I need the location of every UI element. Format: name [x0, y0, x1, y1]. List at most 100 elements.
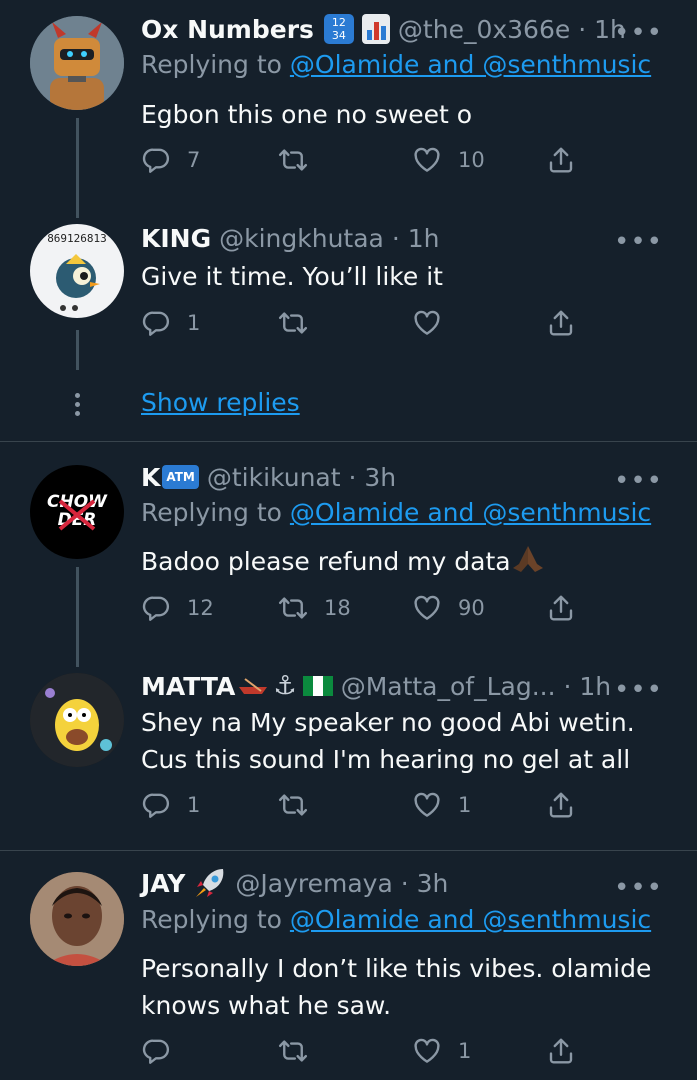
handle-timestamp[interactable]: @tikikunat · 3h [207, 463, 396, 492]
tweet-actions: 1 1 [141, 790, 591, 824]
heart-icon [412, 1036, 442, 1066]
share-button[interactable] [546, 790, 576, 820]
more-icon[interactable]: ••• [614, 875, 663, 901]
tweet-header: K ATM @tikikunat · 3h [141, 460, 396, 494]
replying-to: Replying to @Olamide and @senthmusic [141, 50, 651, 79]
reply-icon [141, 790, 171, 820]
share-button[interactable] [546, 145, 576, 175]
more-icon[interactable]: ••• [614, 229, 663, 255]
thread-line [76, 330, 79, 370]
reply-icon [141, 593, 171, 623]
canoe-emoji [239, 678, 268, 694]
avatar-jay[interactable] [30, 872, 124, 966]
more-icon[interactable]: ••• [614, 677, 663, 703]
avatar-ox-numbers[interactable] [30, 16, 124, 110]
reply-button[interactable]: 1 [141, 790, 200, 820]
replying-to: Replying to @Olamide and @senthmusic [141, 498, 651, 527]
like-count: 10 [458, 148, 485, 172]
display-name[interactable]: Ox Numbers [141, 15, 314, 44]
more-icon[interactable]: ••• [614, 468, 663, 494]
tweet-text: Egbon this one no sweet o [141, 100, 473, 129]
replying-label: Replying to [141, 905, 282, 934]
tweet-header: MATTA ⚓ @Matta_of_Lag... · 1h [141, 669, 611, 703]
display-name[interactable]: JAY [141, 869, 185, 898]
like-button[interactable] [412, 308, 442, 338]
more-icon[interactable]: ••• [614, 20, 663, 46]
share-button[interactable] [546, 308, 576, 338]
anchor-emoji: ⚓ [273, 671, 297, 701]
reply-count: 1 [187, 311, 201, 335]
reply-icon [141, 1036, 171, 1066]
thread-line [76, 118, 79, 218]
handle-timestamp[interactable]: @Matta_of_Lag... · 1h [341, 672, 611, 701]
tweet-header: JAY @Jayremaya · 3h [141, 866, 448, 900]
like-button[interactable]: 1 [412, 1036, 471, 1066]
reply-button[interactable]: 7 [141, 145, 200, 175]
logo-x-mark [58, 499, 96, 531]
share-icon [546, 790, 576, 820]
avatar-matta[interactable] [30, 673, 124, 767]
retweet-button[interactable] [278, 790, 308, 820]
avatar-k[interactable]: CHOW DER [30, 465, 124, 559]
tweet-actions: 1 [141, 308, 591, 342]
replying-label: Replying to [141, 50, 282, 79]
heart-icon [412, 145, 442, 175]
tweet-text: Badoo please refund my data [141, 543, 661, 580]
retweet-button[interactable] [278, 1036, 308, 1066]
retweet-button[interactable] [278, 308, 308, 338]
retweet-icon [278, 145, 308, 175]
retweet-icon [278, 593, 308, 623]
mention-link[interactable]: @Olamide and @senthmusic [290, 50, 651, 79]
bar-chart-emoji [361, 14, 390, 44]
share-button[interactable] [546, 593, 576, 623]
mention-link[interactable]: @Olamide and @senthmusic [290, 498, 651, 527]
praying-hands-emoji [512, 546, 543, 572]
share-icon [546, 145, 576, 175]
cartoon-avatar-image [30, 673, 124, 767]
tweet-divider [0, 850, 697, 851]
reply-button[interactable]: 12 [141, 593, 214, 623]
numbers-emoji: 12 34 [323, 14, 354, 44]
bird-avatar-image [56, 254, 100, 311]
reply-count: 1 [187, 793, 201, 817]
tweet-text: Personally I don’t like this vibes. olam… [141, 954, 652, 1020]
mention-link[interactable]: @Olamide and @senthmusic [290, 905, 651, 934]
tweet-text-content: Badoo please refund my data [141, 547, 511, 576]
display-name[interactable]: KING [141, 224, 211, 253]
like-count: 1 [458, 793, 472, 817]
reply-icon [141, 308, 171, 338]
handle-timestamp[interactable]: @the_0x366e · 1h [398, 15, 626, 44]
avatar-king[interactable]: 869126813 [30, 224, 124, 318]
share-icon [546, 308, 576, 338]
tweet-text: Give it time. You’ll like it [141, 262, 443, 291]
share-icon [546, 593, 576, 623]
heart-icon [412, 593, 442, 623]
tweet-header: KING @kingkhutaa · 1h [141, 221, 439, 255]
retweet-icon [278, 1036, 308, 1066]
retweet-icon [278, 308, 308, 338]
handle-timestamp[interactable]: @kingkhutaa · 1h [219, 224, 439, 253]
retweet-icon [278, 790, 308, 820]
reply-button[interactable]: 1 [141, 308, 200, 338]
heart-icon [412, 308, 442, 338]
tweet-actions: 1 [141, 1036, 591, 1070]
atm-emoji: ATM [162, 465, 199, 489]
tweet-header: Ox Numbers 12 34 @the_0x366e · 1h [141, 12, 626, 46]
show-replies-link[interactable]: Show replies [141, 388, 300, 417]
like-count: 90 [458, 596, 485, 620]
share-button[interactable] [546, 1036, 576, 1066]
display-name[interactable]: MATTA [141, 672, 235, 701]
like-count: 1 [458, 1039, 472, 1063]
photo-avatar-image [30, 872, 124, 966]
retweet-button[interactable] [278, 145, 324, 175]
reply-button[interactable] [141, 1036, 171, 1066]
like-button[interactable]: 1 [412, 790, 471, 820]
handle-timestamp[interactable]: @Jayremaya · 3h [235, 869, 448, 898]
tweet-divider [0, 441, 697, 442]
like-button[interactable]: 90 [412, 593, 485, 623]
like-button[interactable]: 10 [412, 145, 485, 175]
replying-to: Replying to @Olamide and @senthmusic [141, 905, 651, 934]
display-name[interactable]: K [141, 463, 160, 492]
reply-icon [141, 145, 171, 175]
retweet-button[interactable]: 18 [278, 593, 351, 623]
